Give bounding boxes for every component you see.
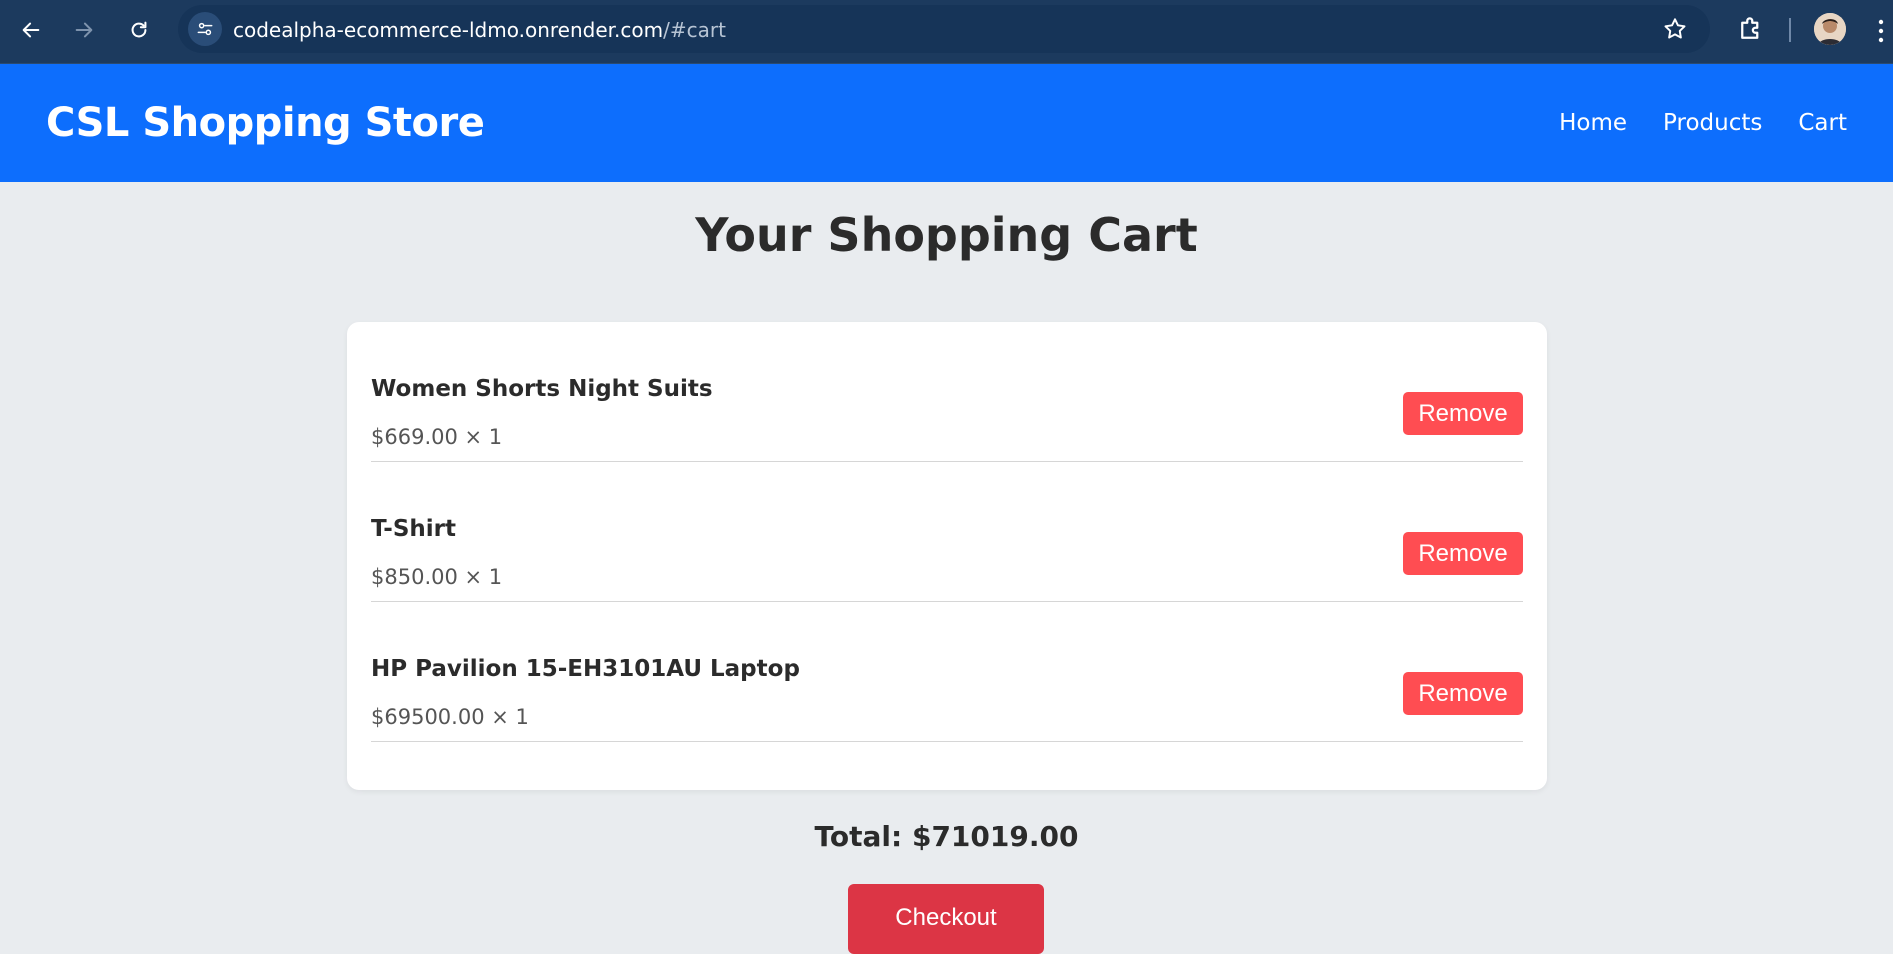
item-name: Women Shorts Night Suits bbox=[371, 376, 713, 402]
remove-button[interactable]: Remove bbox=[1403, 672, 1523, 715]
nav-products-link[interactable]: Products bbox=[1663, 110, 1762, 136]
reload-icon[interactable] bbox=[122, 13, 156, 47]
main-nav: Home Products Cart bbox=[1559, 110, 1847, 136]
item-name: T-Shirt bbox=[371, 516, 457, 542]
store-brand[interactable]: CSL Shopping Store bbox=[46, 100, 485, 146]
cart-item: T-Shirt $850.00 × 1 Remove bbox=[371, 462, 1523, 602]
url-host: codealpha-ecommerce-ldmo.onrender.com bbox=[233, 18, 664, 42]
forward-arrow-icon[interactable] bbox=[67, 13, 101, 47]
menu-dots-icon[interactable] bbox=[1876, 16, 1886, 46]
item-price: $69500.00 × 1 bbox=[371, 705, 529, 729]
address-bar[interactable]: codealpha-ecommerce-ldmo.onrender.com/#c… bbox=[178, 5, 1710, 53]
cart-item: Women Shorts Night Suits $669.00 × 1 Rem… bbox=[371, 322, 1523, 462]
cart-total: Total: $71019.00 bbox=[814, 820, 1079, 853]
remove-button[interactable]: Remove bbox=[1403, 392, 1523, 435]
toolbar-divider bbox=[1789, 18, 1791, 42]
url-text[interactable]: codealpha-ecommerce-ldmo.onrender.com/#c… bbox=[233, 18, 726, 42]
url-path: /#cart bbox=[663, 18, 726, 42]
item-price: $850.00 × 1 bbox=[371, 565, 503, 589]
browser-toolbar: codealpha-ecommerce-ldmo.onrender.com/#c… bbox=[0, 0, 1893, 64]
cart-list: Women Shorts Night Suits $669.00 × 1 Rem… bbox=[347, 322, 1547, 790]
remove-button[interactable]: Remove bbox=[1403, 532, 1523, 575]
item-name: HP Pavilion 15-EH3101AU Laptop bbox=[371, 656, 800, 682]
cart-item: HP Pavilion 15-EH3101AU Laptop $69500.00… bbox=[371, 602, 1523, 742]
nav-home-link[interactable]: Home bbox=[1559, 110, 1627, 136]
site-header: CSL Shopping Store Home Products Cart bbox=[0, 64, 1893, 182]
nav-cart-link[interactable]: Cart bbox=[1798, 110, 1847, 136]
back-arrow-icon[interactable] bbox=[14, 13, 48, 47]
site-info-icon[interactable] bbox=[188, 12, 222, 46]
item-price: $669.00 × 1 bbox=[371, 425, 503, 449]
star-icon[interactable] bbox=[1662, 16, 1688, 42]
extensions-icon[interactable] bbox=[1736, 14, 1766, 44]
profile-avatar[interactable] bbox=[1814, 13, 1846, 45]
page-title: Your Shopping Cart bbox=[695, 208, 1198, 262]
